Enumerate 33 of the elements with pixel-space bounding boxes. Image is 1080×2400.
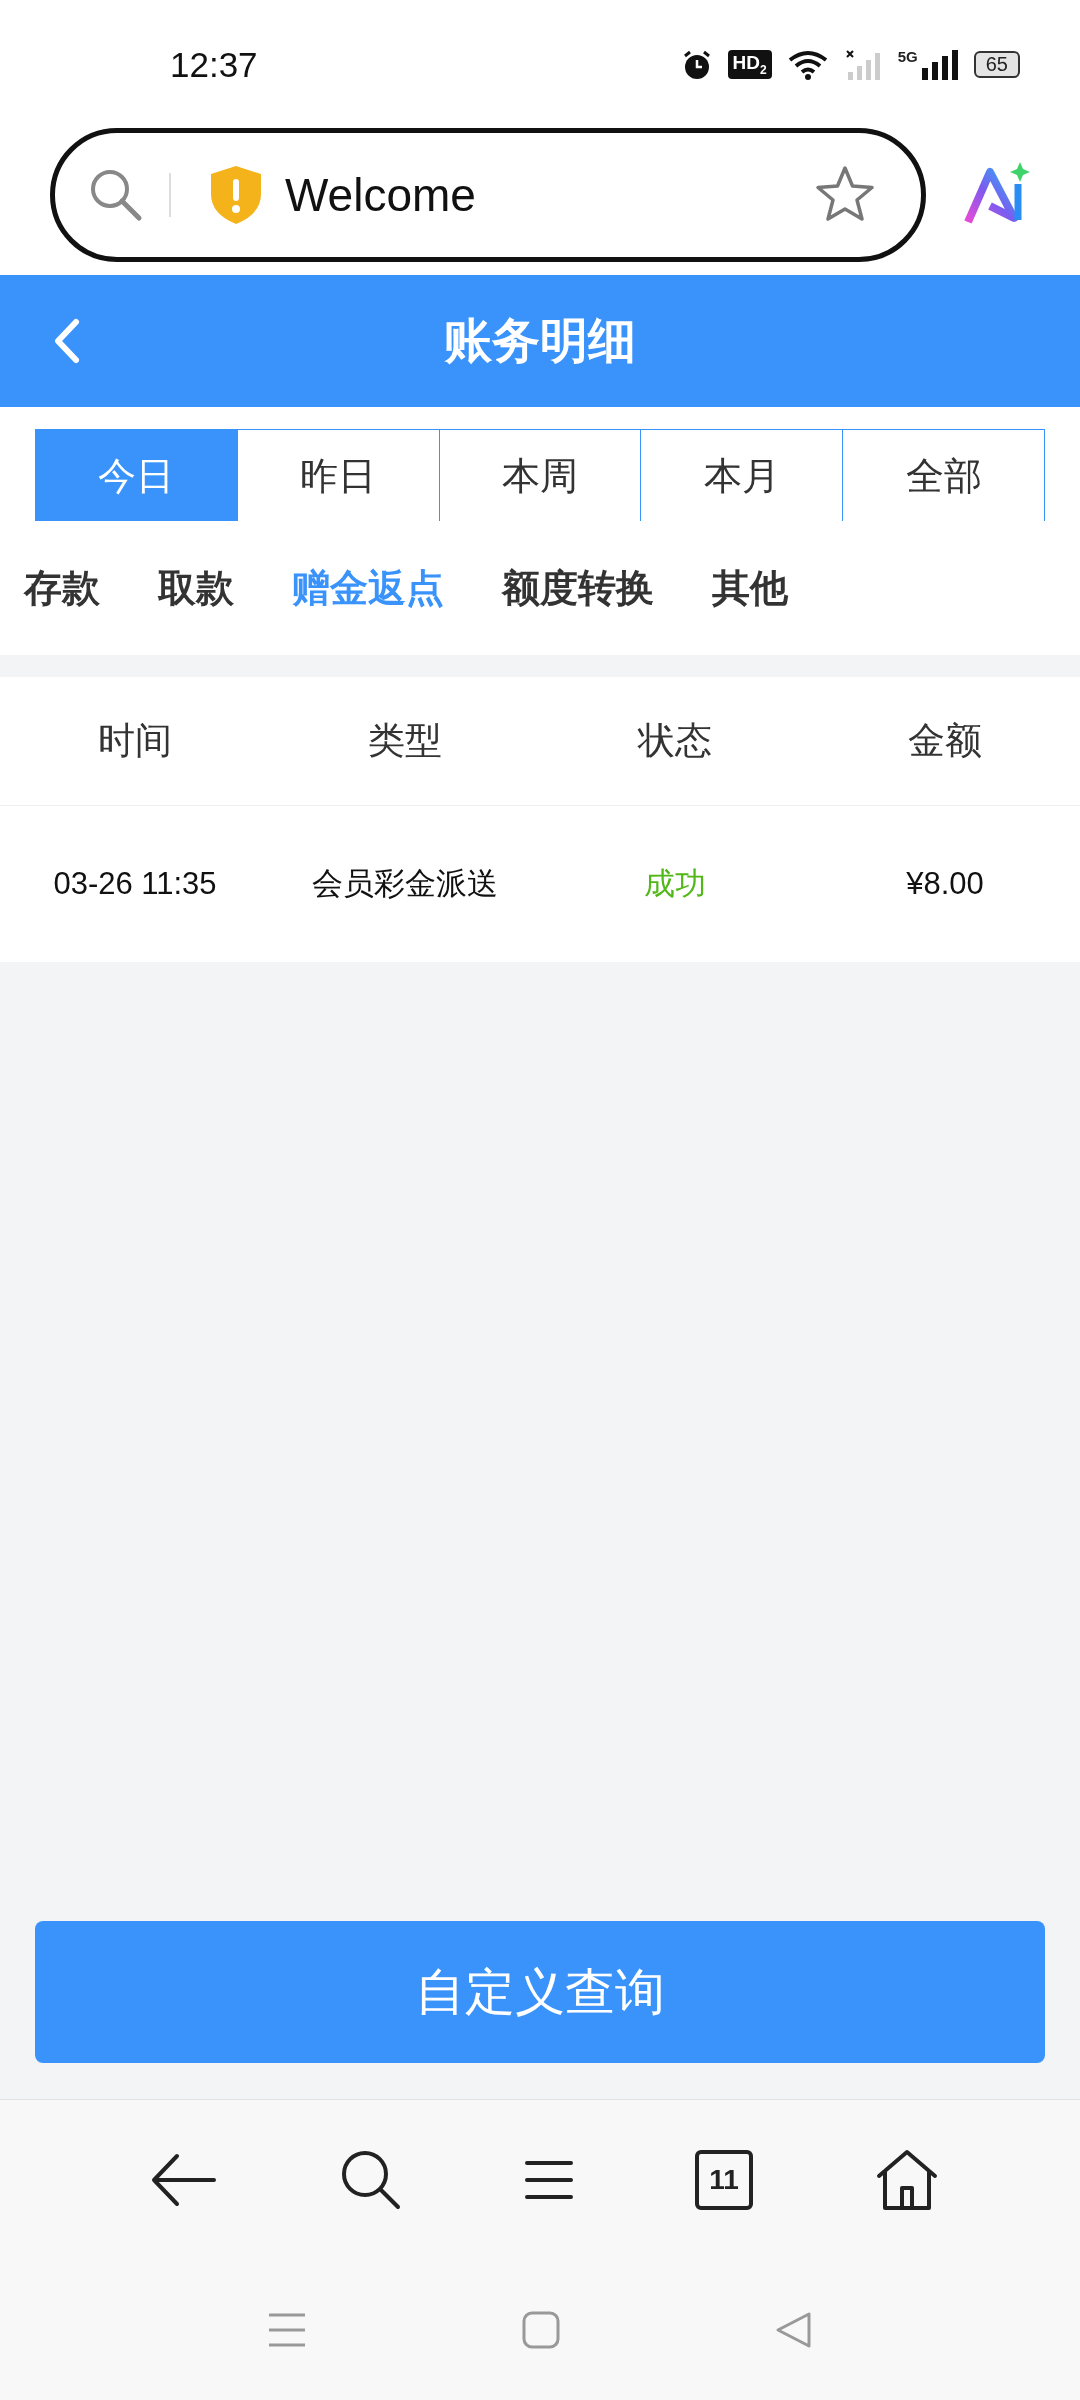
search-icon[interactable] [339,2148,403,2212]
status-text: 成功 [643,865,707,903]
recents-icon[interactable] [267,2312,308,2348]
category-tab[interactable]: 取款 [158,562,234,614]
table-cell-text: 03-26 11:35 [52,865,218,903]
tab-count-button[interactable]: 11 [695,2150,753,2210]
date-tab[interactable]: 本周 [439,429,642,523]
column-header: 金额 [907,718,983,764]
table-cell-text: ¥8.00 [905,865,985,903]
category-tab[interactable]: 额度转换 [502,562,654,614]
category-tab[interactable]: 存款 [24,562,100,614]
date-tab[interactable]: 本月 [641,429,844,523]
column-header: 状态 [636,718,713,764]
home-icon[interactable] [875,2148,939,2212]
date-tab[interactable]: 昨日 [237,429,440,523]
column-header: 时间 [97,718,173,764]
shield-icon [209,164,263,226]
back-arrow-icon[interactable] [151,2153,217,2207]
column-header: 类型 [367,718,443,764]
back-triangle-icon[interactable] [774,2311,813,2349]
date-tab[interactable]: 全部 [843,429,1045,523]
menu-icon[interactable] [525,2160,573,2200]
table-cell-text: 会员彩金派送 [311,865,499,903]
hd-badge: HD$_{2}$ [727,50,772,79]
category-tab[interactable]: 其他 [712,562,788,614]
status-time: 12:37 [170,43,258,85]
network-label: 5G [897,47,918,65]
signal-icon [919,47,960,82]
battery-indicator: 65 [973,51,1020,78]
page-title: 账务明细 [444,311,636,370]
address-text[interactable]: Welcome [285,168,791,222]
address-bar[interactable]: Welcome [50,128,926,262]
home-button-icon[interactable] [522,2311,560,2349]
